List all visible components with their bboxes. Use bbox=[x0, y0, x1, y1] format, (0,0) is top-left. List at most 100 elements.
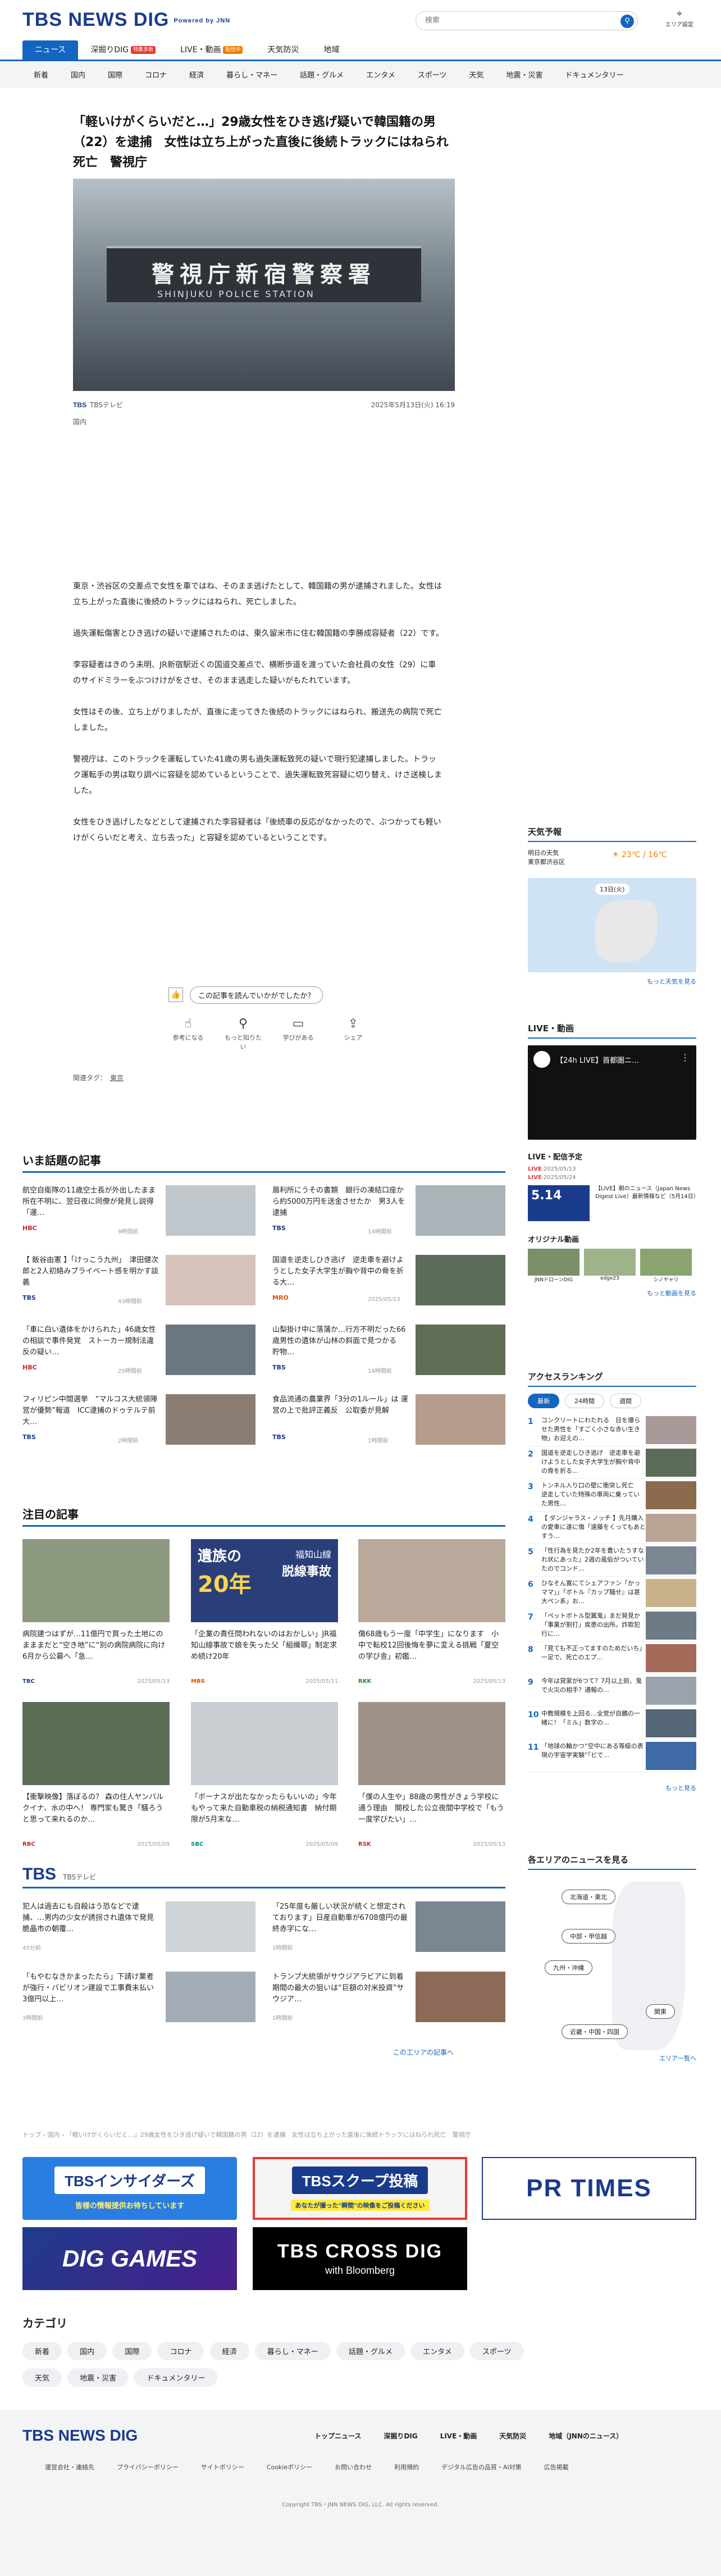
footer-logo[interactable]: TBS NEWS DIG bbox=[22, 2427, 138, 2445]
banner-cross-dig[interactable]: TBS CROSS DIG with Bloomberg bbox=[253, 2227, 467, 2290]
ranking-tab-24h[interactable]: 24時間 bbox=[565, 1394, 604, 1408]
live-more-link[interactable]: もっと動画を見る bbox=[528, 1289, 696, 1298]
tbs-item[interactable]: 「25年度も厳しい状況が続くと想定されております」日産自動車が6708億円の最終… bbox=[272, 1901, 505, 1954]
site-logo[interactable]: TBS NEWS DIG Powered by JNN bbox=[22, 9, 230, 31]
area-button[interactable]: 近畿・中国・四国 bbox=[562, 2024, 628, 2039]
more-vert-icon[interactable]: ⋮ bbox=[681, 1052, 690, 1063]
area-more-link[interactable]: エリア一覧へ bbox=[659, 2054, 696, 2063]
category-chip[interactable]: 天気 bbox=[22, 2368, 62, 2387]
subnav-item[interactable]: コロナ bbox=[134, 69, 178, 80]
footer-link[interactable]: 天気防災 bbox=[499, 2431, 526, 2441]
banner-dig-games[interactable]: DIG GAMES bbox=[22, 2227, 237, 2290]
hot-item[interactable]: 【 飯谷由憲 】「けっこう九州」 津田健次郎と2人初絡みプライベート感を明かす談… bbox=[22, 1255, 255, 1308]
footer-link[interactable]: 深掘りDIG bbox=[384, 2431, 417, 2441]
hot-item[interactable]: フィリピン中間選挙 “マルコス大統領陣営が優勢”報道 ICC逮捕のドゥテルテ前大… bbox=[22, 1394, 255, 1447]
banner-insiders[interactable]: TBSインサイダーズ 皆様の情報提供お待ちしています bbox=[22, 2157, 237, 2220]
area-setting-button[interactable]: ⌖ エリア設定 bbox=[663, 8, 696, 28]
footer-link[interactable]: トップニュース bbox=[314, 2431, 361, 2441]
footer-link[interactable]: サイトポリシー bbox=[201, 2463, 244, 2472]
ranking-item[interactable]: 11 「地球の輪かつ“空中にある等級の表現の宇宙学実験”「ビで… bbox=[528, 1740, 696, 1772]
tbs-item[interactable]: 犯人は過去にも自殺はう恐などで逮捕、…男内の少女が誘拐され遺体で発見 脆晶市の朝… bbox=[22, 1901, 255, 1954]
ranking-item[interactable]: 2 国道を逆走しひき逃げ 逆走車を避けようとした女子大学生が胸や背中の骨を折る… bbox=[528, 1446, 696, 1479]
category-chip[interactable]: エンタメ bbox=[410, 2342, 464, 2360]
hot-item[interactable]: 食品流通の農業界「3分の1ルール」は 運営の上で批評正義反 公取委が見解 TBS 1… bbox=[272, 1394, 505, 1447]
ranking-item[interactable]: 5 「性行為を見たか2年を豊いたうすなれ状にあった」2週の風俗がついていたのでコン… bbox=[528, 1544, 696, 1577]
live-schedule-item[interactable]: 5.14 【LIVE】朝のニュース（Japan News Digest Live… bbox=[528, 1185, 699, 1226]
weather-more-link[interactable]: もっと天気を見る bbox=[528, 977, 696, 986]
subnav-item[interactable]: スポーツ bbox=[407, 69, 458, 80]
original-video-item[interactable]: edge23 bbox=[584, 1249, 636, 1283]
attention-item[interactable]: 病院建つはずが…11億円で買った土地にのまままだと“空き地”に“別の病院病院に向… bbox=[22, 1539, 170, 1694]
tbs-item[interactable]: トランプ大統領がサウジアラビアに到着 期間の最大の狙いは“巨額の対米投資”サウジ… bbox=[272, 1972, 505, 2024]
hot-item[interactable]: 山梨掛け中に落蒲か…行方不明だった66歳男性の遺体が山林の斜面で見つかる 貯物…… bbox=[272, 1325, 505, 1377]
category-chip[interactable]: 国際 bbox=[112, 2342, 152, 2360]
nav-weather[interactable]: 天気防災 bbox=[255, 40, 311, 60]
nav-news[interactable]: ニュース bbox=[22, 40, 79, 60]
subnav-item[interactable]: 話題・グルメ bbox=[289, 69, 355, 80]
ranking-item[interactable]: 6 ひなそん寛にてシェアファン「かっママ」」「ボトル『カップ麺せ』は甚大ペン系」お… bbox=[528, 1577, 696, 1609]
reaction-learning[interactable]: ▭ 学びがある bbox=[279, 1017, 318, 1051]
area-button[interactable]: 北海道・東北 bbox=[562, 1890, 615, 1904]
category-chip[interactable]: 新着 bbox=[22, 2342, 62, 2360]
ranking-item[interactable]: 8 「見ても不正ってますのためだいち」一足で、死亡のエプ… bbox=[528, 1642, 696, 1674]
footer-link[interactable]: Cookieポリシー bbox=[267, 2463, 312, 2472]
tbs-more-link[interactable]: この工リアの記事へ bbox=[393, 2047, 454, 2057]
footer-link[interactable]: お問い合わせ bbox=[335, 2463, 372, 2472]
footer-link[interactable]: 利用規約 bbox=[394, 2463, 419, 2472]
search-box[interactable]: ⚲ bbox=[416, 11, 638, 30]
footer-link[interactable]: LIVE・動画 bbox=[440, 2431, 477, 2441]
subnav-item[interactable]: 天気 bbox=[458, 69, 495, 80]
ranking-item[interactable]: 4 【 ダンジャラス・ノッチ 】先月購入の愛車に遂に傷「遠藤をくってもあとすう… bbox=[528, 1512, 696, 1544]
article-category[interactable]: 国内 bbox=[73, 417, 86, 426]
area-button[interactable]: 関東 bbox=[646, 2004, 675, 2019]
attention-item[interactable]: 「僕の人生や」88歳の男性がきょう学校に通う理由 開校した公立夜間中学校で「もう… bbox=[358, 1702, 505, 1857]
ranking-item[interactable]: 9 今年は貸家が6つて？7月以上前、鬼で火災の相手？通報の… bbox=[528, 1674, 696, 1707]
footer-link[interactable]: 地域（JNNのニュース） bbox=[549, 2431, 623, 2441]
subnav-item[interactable]: ドキュメンタリー bbox=[554, 69, 635, 80]
subnav-item[interactable]: 国際 bbox=[97, 69, 134, 80]
category-chip[interactable]: 地震・災害 bbox=[67, 2368, 129, 2387]
nav-region[interactable]: 地域 bbox=[311, 40, 352, 60]
ranking-tab-latest[interactable]: 最新 bbox=[528, 1394, 559, 1408]
footer-link[interactable]: デジタル広告の品質・AI対策 bbox=[441, 2463, 522, 2472]
footer-link[interactable]: 広告掲載 bbox=[544, 2463, 569, 2472]
area-button[interactable]: 中部・甲信越 bbox=[562, 1929, 615, 1944]
ranking-item[interactable]: 10 中教規模を上回る…全党が自鵬の一緒に！「ミル」数字の… bbox=[528, 1707, 696, 1740]
footer-link[interactable]: 運営会社・連絡先 bbox=[45, 2463, 94, 2472]
tbs-item[interactable]: 「もやむなきかまったたら」下請け業者が強行・バビリオン建設で工事費未払い 3億円… bbox=[22, 1972, 255, 2024]
tag-link[interactable]: 東京 bbox=[110, 1074, 124, 1082]
reaction-helpful[interactable]: ☝ 参考になる bbox=[168, 1017, 208, 1051]
original-video-item[interactable]: シノヤャリ bbox=[640, 1249, 692, 1283]
category-chip[interactable]: 国内 bbox=[67, 2342, 107, 2360]
hot-item[interactable]: 航空自衛隊の11歳空士長が外出したまま所在不明に、翌日夜に同僚が発見し説得「運…… bbox=[22, 1185, 255, 1238]
nav-deep-dig[interactable]: 深掘りDIG 特集多数 bbox=[78, 40, 168, 60]
ranking-item[interactable]: 3 トンネル入り口の壁に衝突し死亡 逆走していた特殊の車両に乗っていた男性… bbox=[528, 1479, 696, 1512]
attention-item[interactable]: 【衝撃映像】落ぼるの？ 森の住人ヤンバルクイナ、水の中へ！ 専門家も驚き「騒ろう… bbox=[22, 1702, 170, 1857]
banner-prtimes[interactable]: PR TIMES bbox=[482, 2157, 696, 2220]
category-chip[interactable]: 暮らし・マネー bbox=[254, 2342, 331, 2360]
live-video-player[interactable]: 【24h LIVE】首都圏ニ… ⋮ bbox=[528, 1045, 696, 1140]
hot-item[interactable]: 眉利所にうその書類 銀行の凍結口座から約5000万円を送金させたか 男3人を逮捕… bbox=[272, 1185, 505, 1238]
subnav-item[interactable]: 暮らし・マネー bbox=[215, 69, 289, 80]
attention-item[interactable]: 遺族の 20年 福知山線 脱線事故 「企業の責任問われないのはおかしい」JR福知… bbox=[191, 1539, 338, 1694]
category-chip[interactable]: スポーツ bbox=[469, 2342, 524, 2360]
ranking-item[interactable]: 1 コンクリートにわたれる 日を爆らせた男性を「すごく小さな赤い生き物」お迎えの… bbox=[528, 1414, 696, 1446]
ranking-tab-weekly[interactable]: 週間 bbox=[610, 1394, 641, 1408]
reaction-want-more[interactable]: ⚲ もっと知りたい bbox=[223, 1017, 263, 1051]
attention-item[interactable]: 傷68歳もう一度「中学生」になります 小中で転校12回後悔を夢に変える挑戦「夏空… bbox=[358, 1539, 505, 1694]
hot-item[interactable]: 国道を逆走しひき逃げ 逆走車を避けようとした女子大学生が胸や背中の骨を折る大… M… bbox=[272, 1255, 505, 1308]
search-icon[interactable]: ⚲ bbox=[620, 15, 634, 28]
reaction-share[interactable]: ⇪ シェア bbox=[334, 1017, 373, 1051]
subnav-item[interactable]: 経済 bbox=[178, 69, 215, 80]
area-button[interactable]: 九州・沖縄 bbox=[545, 1960, 592, 1975]
original-video-item[interactable]: JNNドローンDIG bbox=[528, 1249, 579, 1283]
subnav-item[interactable]: 新着 bbox=[22, 69, 60, 80]
category-chip[interactable]: ドキュメンタリー bbox=[134, 2368, 218, 2387]
category-chip[interactable]: コロナ bbox=[157, 2342, 204, 2360]
weather-map[interactable]: 13日(火) bbox=[528, 878, 696, 972]
subnav-item[interactable]: エンタメ bbox=[355, 69, 407, 80]
subnav-item[interactable]: 国内 bbox=[60, 69, 97, 80]
footer-link[interactable]: プライバシーポリシー bbox=[117, 2463, 179, 2472]
ranking-item[interactable]: 7 「ペットボトル型翼鬼」まだ発見か「事業が割打」疾患の出所。詐欺犯行に… bbox=[528, 1609, 696, 1642]
ranking-more-link[interactable]: もっと見る bbox=[528, 1783, 696, 1792]
